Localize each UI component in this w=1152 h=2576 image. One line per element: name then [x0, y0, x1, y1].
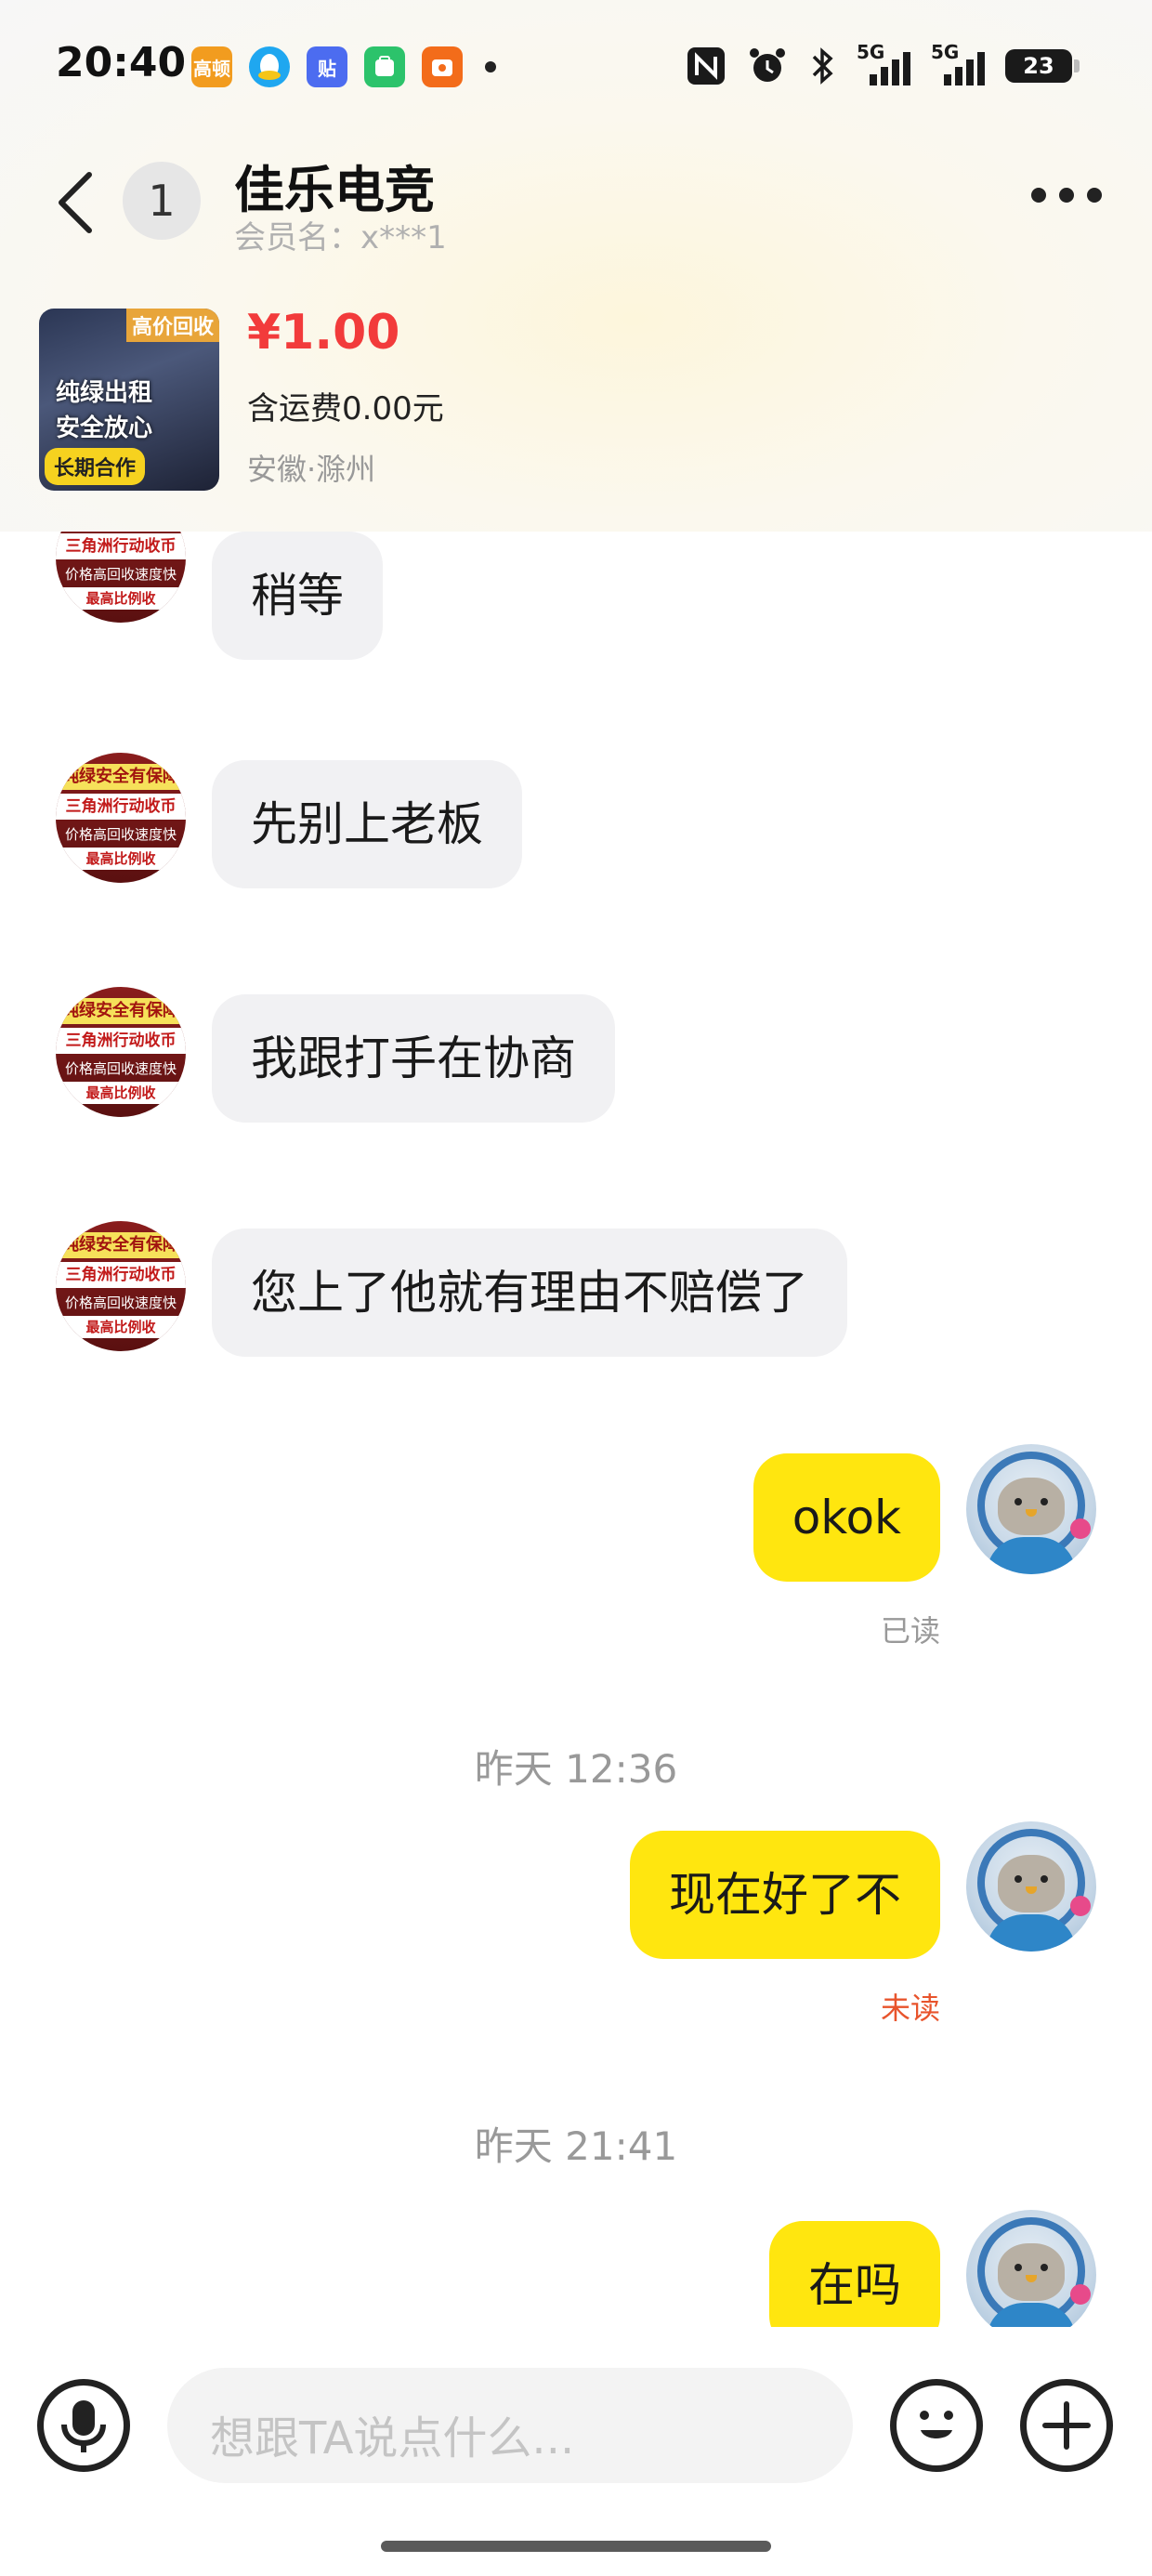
- shop-avatar[interactable]: 纯绿安全有保障 三角洲行动收币 价格高回收速度快 最高比例收: [56, 1221, 186, 1351]
- alarm-icon: [750, 48, 785, 82]
- chat-messages[interactable]: 纯绿安全有保障 三角洲行动收币 价格高回收速度快 最高比例收 稍等 纯绿安全有保…: [0, 532, 1152, 2327]
- battery-icon: 23: [1005, 49, 1080, 83]
- message-row: 纯绿安全有保障 三角洲行动收币 价格高回收速度快 最高比例收 先别上老板: [0, 753, 1152, 892]
- signal-5g-1: 5G: [857, 41, 910, 87]
- taobao-icon: [422, 46, 463, 87]
- product-shipping: 含运费0.00元: [247, 390, 444, 427]
- add-button[interactable]: [1020, 2379, 1113, 2472]
- product-card[interactable]: 高价回收 纯绿出租 安全放心 长期合作 ¥1.00 含运费0.00元 安徽·滁州: [0, 279, 1152, 533]
- product-image-line1: 纯绿出租: [56, 379, 153, 407]
- product-price: ¥1.00: [247, 305, 400, 361]
- message-bubble-incoming[interactable]: 先别上老板: [212, 760, 522, 888]
- shop-avatar[interactable]: 纯绿安全有保障 三角洲行动收币 价格高回收速度快 最高比例收: [56, 753, 186, 883]
- product-image-tag: 高价回收: [125, 309, 219, 342]
- shop-avatar[interactable]: 纯绿安全有保障 三角洲行动收币 价格高回收速度快 最高比例收: [56, 987, 186, 1117]
- status-time: 20:40: [56, 39, 187, 86]
- bluetooth-icon: [812, 47, 833, 85]
- message-row: 在吗: [0, 2210, 1152, 2327]
- message-row: 纯绿安全有保障 三角洲行动收币 价格高回收速度快 最高比例收 我跟打手在协商: [0, 987, 1152, 1126]
- plus-icon: [1042, 2401, 1091, 2450]
- more-notifications-dot: [485, 61, 496, 72]
- more-dot-icon: [1059, 188, 1074, 203]
- product-location: 安徽·滁州: [247, 452, 376, 487]
- microphone-icon: [61, 2400, 106, 2452]
- product-image-line2: 安全放心: [56, 414, 153, 442]
- timestamp: 昨天 21:41: [474, 2123, 678, 2169]
- message-bubble-outgoing[interactable]: 现在好了不: [630, 1831, 940, 1959]
- nfc-icon: [687, 47, 725, 85]
- timestamp: 昨天 12:36: [474, 1746, 678, 1792]
- gaode-icon: 高顿: [191, 46, 232, 87]
- emoji-icon: [920, 2411, 953, 2438]
- battery-level: 23: [1023, 53, 1054, 79]
- message-row: okok 已读: [0, 1444, 1152, 1649]
- wechat-mini-icon: [364, 46, 405, 87]
- message-bubble-outgoing[interactable]: 在吗: [769, 2221, 940, 2327]
- status-bar: 20:40 高顿 贴 5G 5G 23: [0, 0, 1152, 130]
- message-bubble-incoming[interactable]: 稍等: [212, 532, 383, 660]
- unread-count-badge[interactable]: 1: [123, 162, 201, 240]
- shop-avatar[interactable]: 纯绿安全有保障 三角洲行动收币 价格高回收速度快 最高比例收: [56, 532, 186, 623]
- my-avatar[interactable]: [966, 2210, 1096, 2327]
- voice-button[interactable]: [37, 2379, 130, 2472]
- home-indicator[interactable]: [381, 2541, 771, 2552]
- status-right-icons: 5G 5G 23: [686, 41, 1080, 87]
- message-bubble-incoming[interactable]: 我跟打手在协商: [212, 994, 615, 1123]
- more-dot-icon: [1031, 188, 1046, 203]
- signal-5g-2: 5G: [931, 41, 985, 87]
- product-image[interactable]: 高价回收 纯绿出租 安全放心 长期合作: [39, 309, 219, 491]
- notification-app-icons: 高顿 贴: [191, 46, 496, 87]
- message-row: 纯绿安全有保障 三角洲行动收币 价格高回收速度快 最高比例收 稍等: [0, 532, 1152, 662]
- message-bubble-incoming[interactable]: 您上了他就有理由不赔偿了: [212, 1229, 847, 1357]
- message-input[interactable]: 想跟TA说点什么...: [167, 2368, 853, 2483]
- product-image-badge: 长期合作: [45, 448, 146, 485]
- message-input-placeholder: 想跟TA说点什么...: [210, 2412, 575, 2464]
- chat-header: 1 佳乐电竞 会员名：x***1: [0, 130, 1152, 269]
- tieba-icon: 贴: [307, 46, 347, 87]
- more-dot-icon: [1087, 188, 1102, 203]
- more-options-button[interactable]: [1031, 188, 1102, 203]
- read-status: 已读: [880, 1613, 940, 1649]
- back-button[interactable]: [48, 165, 104, 240]
- unread-status: 未读: [880, 1991, 940, 2026]
- member-name: 会员名：x***1: [234, 219, 447, 256]
- my-avatar[interactable]: [966, 1821, 1096, 1952]
- chevron-left-icon: [59, 172, 92, 233]
- emoji-button[interactable]: [890, 2379, 983, 2472]
- input-bar: 想跟TA说点什么...: [0, 2327, 1152, 2576]
- qq-icon: [249, 46, 290, 87]
- message-bubble-outgoing[interactable]: okok: [753, 1453, 940, 1582]
- message-row: 现在好了不 未读: [0, 1821, 1152, 2026]
- message-row: 纯绿安全有保障 三角洲行动收币 价格高回收速度快 最高比例收 您上了他就有理由不…: [0, 1221, 1152, 1360]
- my-avatar[interactable]: [966, 1444, 1096, 1574]
